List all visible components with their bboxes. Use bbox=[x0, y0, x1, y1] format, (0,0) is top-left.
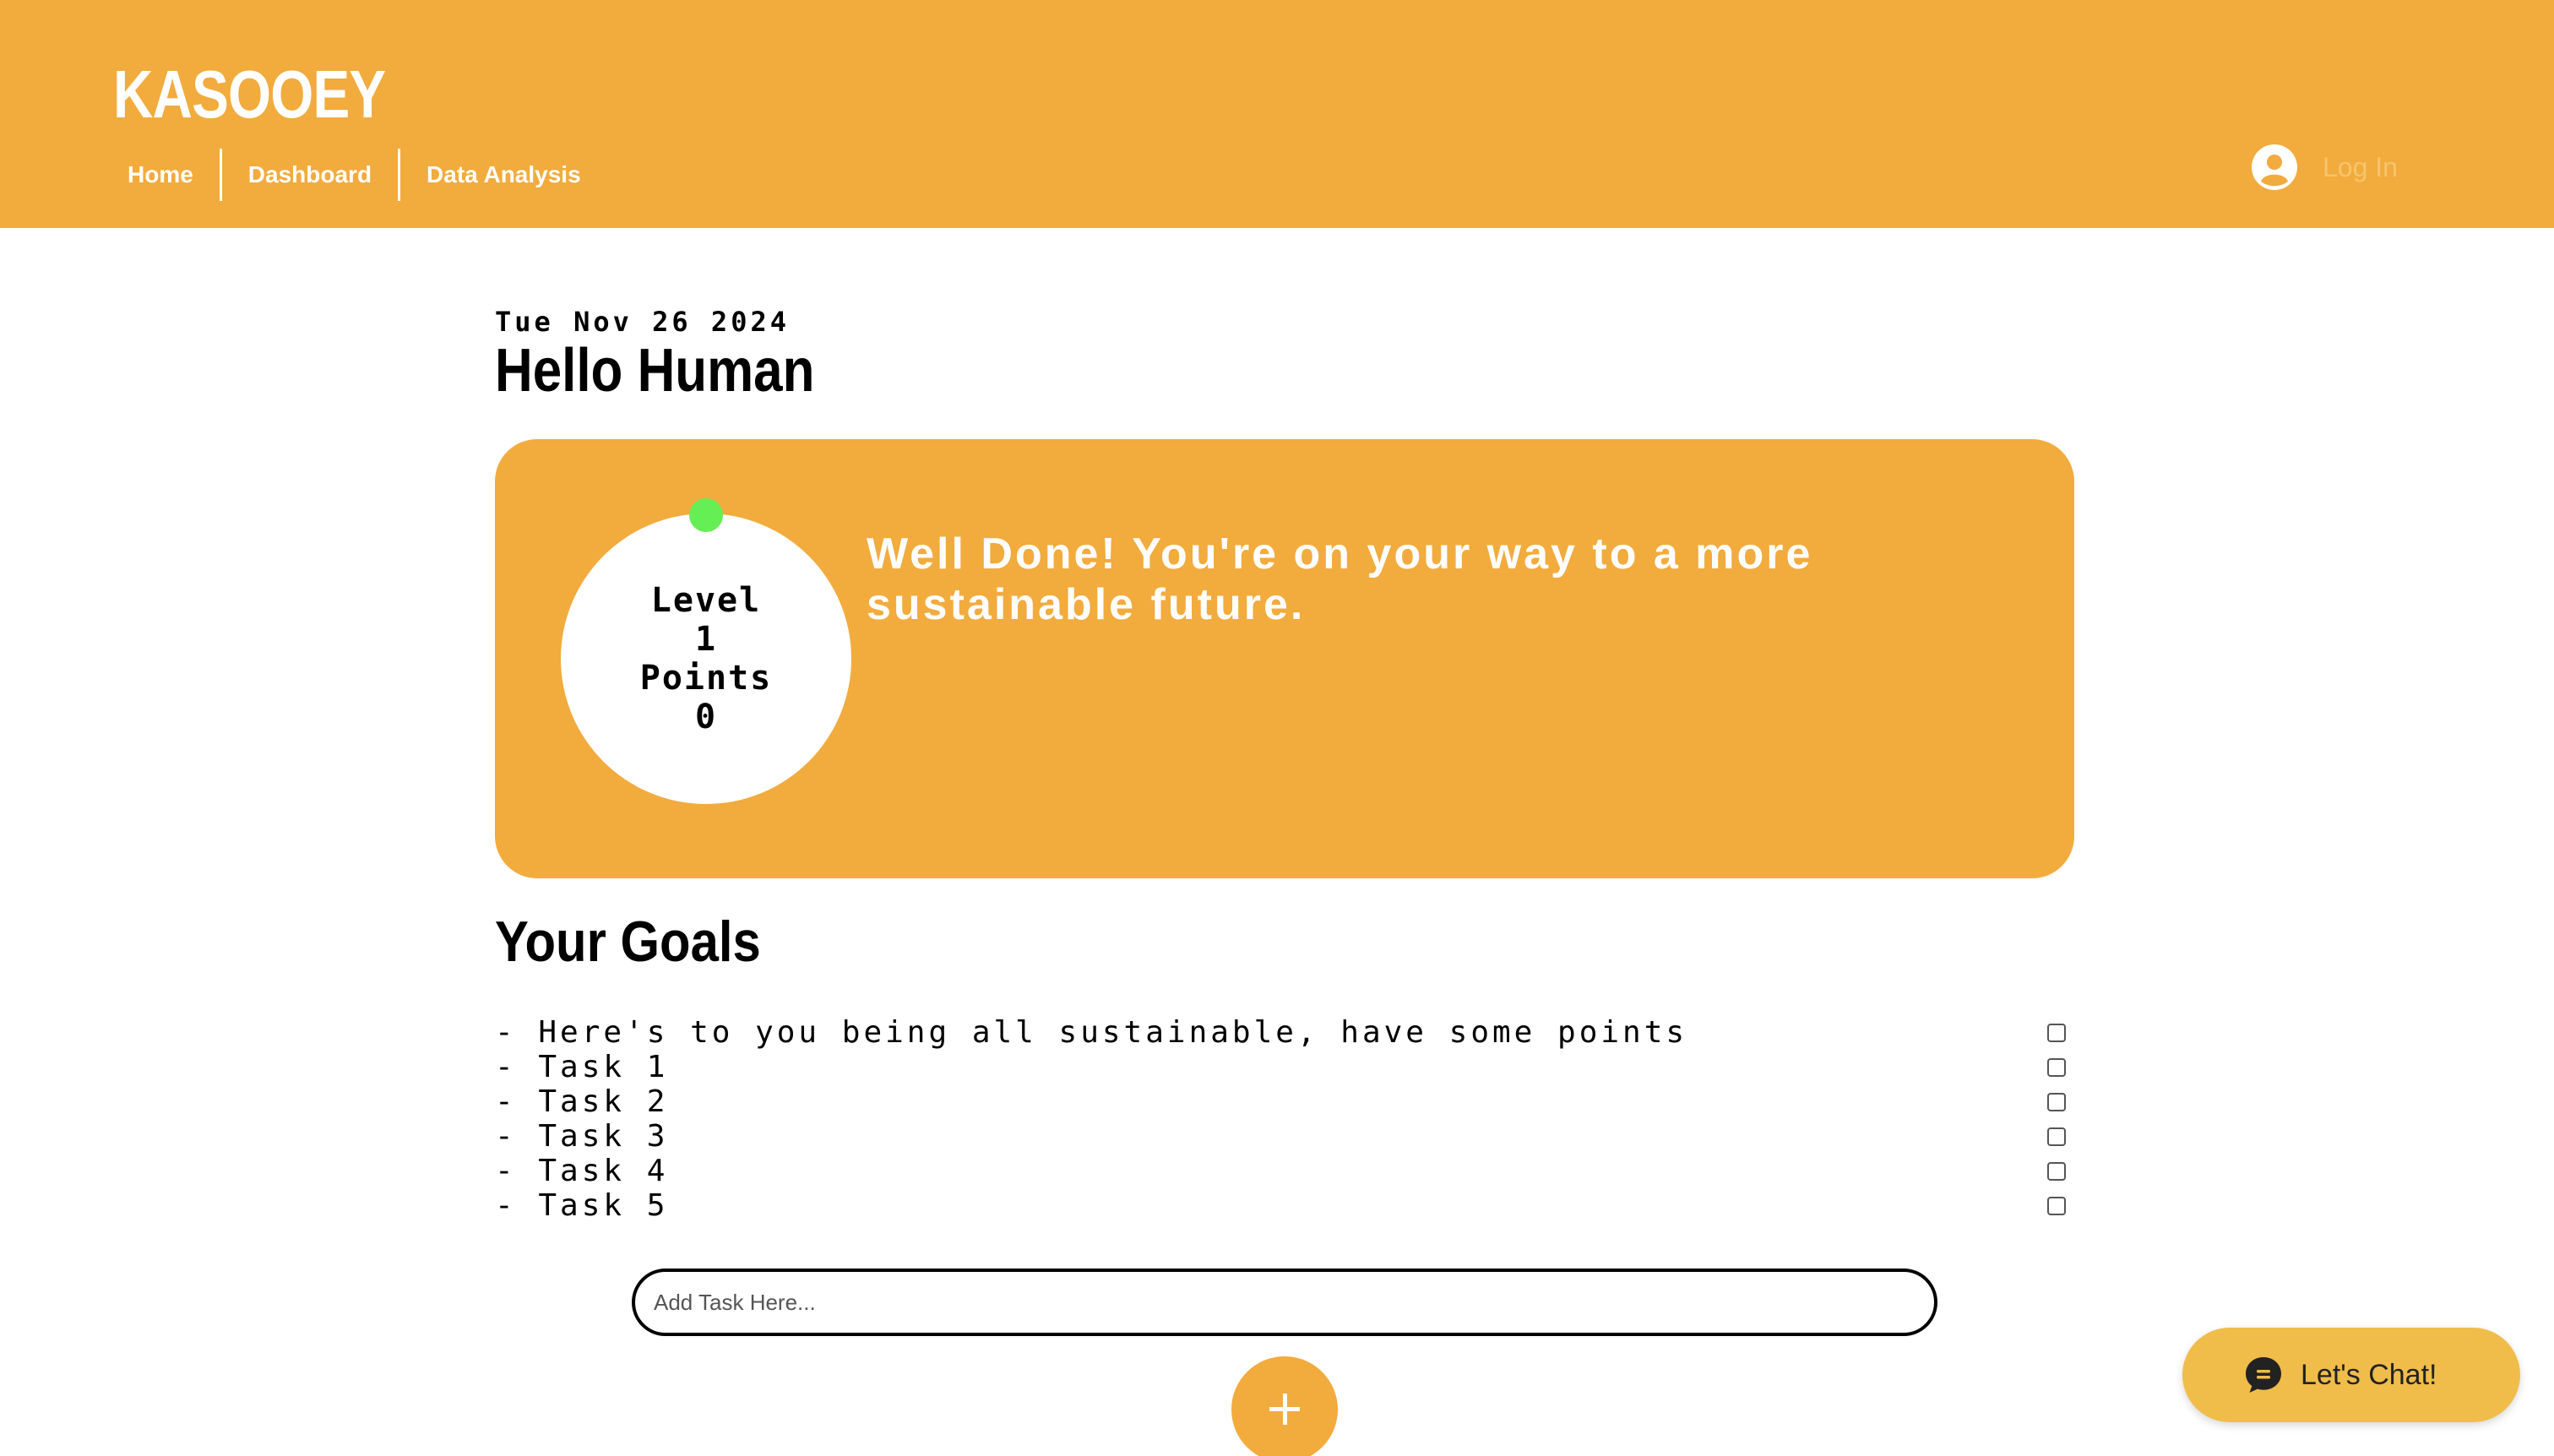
goal-item: - Task 1 bbox=[495, 1050, 2074, 1084]
level-circle: Level 1 Points 0 bbox=[561, 513, 851, 804]
nav-item-data-analysis[interactable]: Data Analysis bbox=[400, 149, 607, 201]
goal-list: - Here's to you being all sustainable, h… bbox=[495, 1015, 2074, 1223]
site-logo[interactable]: KASOOEY bbox=[113, 52, 386, 137]
login-label[interactable]: Log In bbox=[2323, 152, 2398, 183]
goal-item: - Task 3 bbox=[495, 1119, 2074, 1154]
goal-checkbox[interactable] bbox=[2047, 1127, 2066, 1146]
goal-checkbox[interactable] bbox=[2047, 1058, 2066, 1077]
goal-item: - Task 2 bbox=[495, 1084, 2074, 1119]
plus-icon[interactable] bbox=[1283, 1394, 1287, 1425]
add-task-input[interactable] bbox=[632, 1269, 1937, 1336]
level-progress-dot bbox=[689, 498, 723, 532]
add-task-button[interactable] bbox=[1231, 1356, 1338, 1456]
chat-bubble-icon[interactable] bbox=[2243, 1355, 2284, 1395]
chat-label[interactable]: Let's Chat! bbox=[2301, 1359, 2437, 1392]
level-label: Level bbox=[650, 581, 762, 620]
goal-checkbox[interactable] bbox=[2047, 1197, 2066, 1215]
level-card: Level 1 Points 0 Well Done! You're on yo… bbox=[495, 439, 2074, 878]
goal-checkbox[interactable] bbox=[2047, 1162, 2066, 1181]
goal-text: - Here's to you being all sustainable, h… bbox=[495, 1015, 1688, 1050]
level-message: Well Done! You're on your way to a more … bbox=[867, 530, 1813, 629]
nav-item-dashboard[interactable]: Dashboard bbox=[222, 149, 398, 201]
goal-text: - Task 1 bbox=[495, 1050, 669, 1084]
goal-text: - Task 3 bbox=[495, 1119, 669, 1154]
chat-button[interactable]: Let's Chat! bbox=[2182, 1328, 2520, 1422]
goal-item: - Task 5 bbox=[495, 1188, 2074, 1223]
goal-text: - Task 2 bbox=[495, 1084, 669, 1119]
greeting-heading: Hello Human bbox=[495, 337, 815, 405]
goal-text: - Task 5 bbox=[495, 1188, 669, 1223]
login-button[interactable]: Log In bbox=[2252, 142, 2398, 193]
nav-item-home[interactable]: Home bbox=[101, 149, 220, 201]
user-avatar-icon[interactable] bbox=[2252, 144, 2297, 190]
goal-text: - Task 4 bbox=[495, 1154, 669, 1188]
points-value: 0 bbox=[694, 698, 718, 736]
goals-heading: Your Goals bbox=[495, 910, 761, 974]
goal-checkbox[interactable] bbox=[2047, 1093, 2066, 1111]
goal-item: - Here's to you being all sustainable, h… bbox=[495, 1015, 2074, 1050]
main-nav: Home Dashboard Data Analysis bbox=[101, 149, 607, 201]
goal-item: - Task 4 bbox=[495, 1154, 2074, 1188]
site-header: KASOOEY Home Dashboard Data Analysis Log… bbox=[0, 0, 2554, 228]
level-value: 1 bbox=[694, 620, 718, 659]
current-date: Tue Nov 26 2024 bbox=[495, 306, 790, 338]
points-label: Points bbox=[639, 659, 773, 698]
goal-checkbox[interactable] bbox=[2047, 1024, 2066, 1042]
